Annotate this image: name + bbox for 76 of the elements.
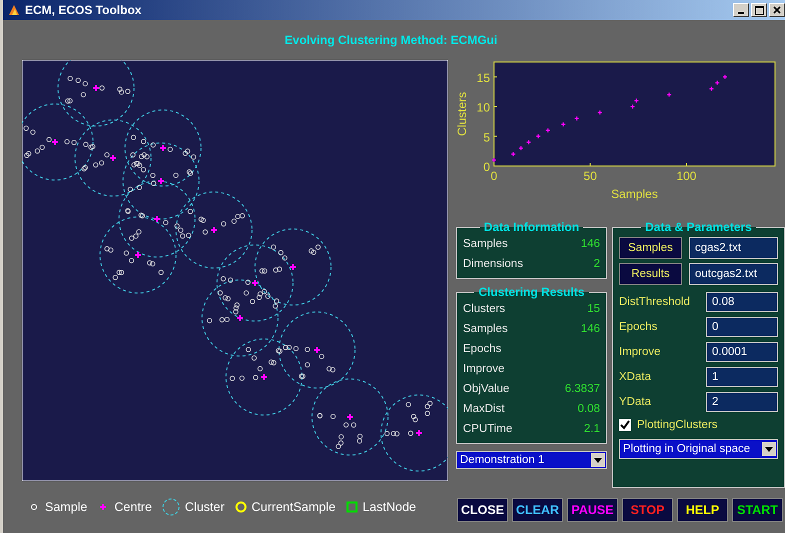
row-label: Clusters [463, 303, 506, 315]
legend-label: Centre [114, 500, 152, 514]
row-label: Samples [463, 323, 508, 335]
legend-label: Cluster [184, 500, 225, 514]
data-point [666, 92, 672, 98]
action-button[interactable]: STOP [622, 498, 673, 522]
parameter-field[interactable]: 1 [706, 366, 778, 386]
window-title: ECM, ECOS Toolbox [25, 3, 142, 17]
parameter-label: Epochs [619, 320, 658, 332]
row-label: ObjValue [463, 383, 510, 395]
flame-icon [7, 3, 21, 17]
row-label: Samples [463, 238, 508, 250]
data-point [526, 140, 532, 145]
file-field[interactable]: cgas2.txt [689, 237, 778, 259]
close-button[interactable] [769, 3, 785, 17]
maximize-icon [754, 6, 764, 14]
row-value: 0.08 [578, 403, 600, 415]
app-heading: Evolving Clustering Method: ECMGui [284, 33, 498, 47]
action-button[interactable]: PAUSE [567, 498, 618, 522]
plotting-dropdown[interactable]: Plotting in Original space [619, 439, 778, 459]
row-value: 2.1 [584, 423, 600, 435]
data-point [536, 134, 541, 139]
minimize-button[interactable] [733, 3, 749, 17]
y-axis-label: Clusters [455, 92, 469, 136]
row-label: Improve [463, 363, 505, 375]
panel-title: Clustering Results [477, 285, 586, 299]
tick-label: 0 [490, 169, 498, 183]
checkbox-label: PlottingClusters [637, 419, 718, 431]
file-button[interactable]: Results [619, 263, 682, 285]
tick-label: 50 [584, 169, 597, 183]
parameter-label: XData [619, 370, 651, 382]
row-label: Epochs [463, 343, 502, 355]
parameter-label: YData [619, 396, 651, 408]
maximize-button[interactable] [751, 3, 767, 17]
legend-label: Sample [45, 500, 88, 514]
row-value: 2 [594, 258, 600, 270]
action-button[interactable]: HELP [677, 498, 728, 522]
parameter-label: Improve [619, 346, 661, 358]
legend-label: LastNode [362, 500, 416, 514]
parameter-field[interactable]: 0.0001 [706, 342, 778, 362]
tick-label: 15 [476, 70, 490, 85]
row-label: MaxDist [463, 403, 505, 415]
legend-label: CurrentSample [252, 500, 336, 514]
row-value: 15 [587, 303, 600, 315]
tick-label: 10 [476, 100, 490, 115]
row-value: 146 [580, 323, 600, 335]
data-point [722, 74, 728, 80]
data-point [574, 116, 580, 122]
file-button[interactable]: Samples [619, 237, 682, 259]
action-button[interactable]: START [732, 498, 783, 522]
data-point [510, 152, 516, 157]
demonstration-dropdown[interactable]: Demonstration 1 [456, 451, 607, 469]
data-point [518, 146, 524, 151]
file-field[interactable]: outcgas2.txt [689, 263, 778, 285]
parameter-label: DistThreshold [619, 296, 690, 308]
tick-label: 5 [483, 130, 490, 144]
panel-title: Data Information [482, 220, 580, 234]
data-point [597, 110, 602, 116]
parameter-field[interactable]: 0 [706, 316, 778, 336]
parameter-field[interactable]: 0.08 [706, 292, 778, 312]
row-value: 146 [580, 238, 600, 250]
action-button[interactable]: CLOSE [457, 498, 508, 522]
action-button[interactable]: CLEAR [512, 498, 563, 522]
tick-label: 100 [676, 169, 696, 183]
data-point [491, 157, 497, 163]
data-point [545, 128, 550, 133]
data-point [560, 122, 566, 127]
tick-label: 0 [483, 160, 490, 174]
parameter-field[interactable]: 2 [706, 392, 778, 412]
row-label: CPUTime [463, 423, 512, 435]
panel-title: Data & Parameters [644, 220, 753, 234]
row-value: 6.3837 [564, 383, 600, 395]
x-axis-label: Samples [611, 187, 658, 201]
close-icon [773, 6, 781, 14]
checkbox[interactable] [619, 419, 631, 431]
row-label: Dimensions [463, 258, 524, 270]
